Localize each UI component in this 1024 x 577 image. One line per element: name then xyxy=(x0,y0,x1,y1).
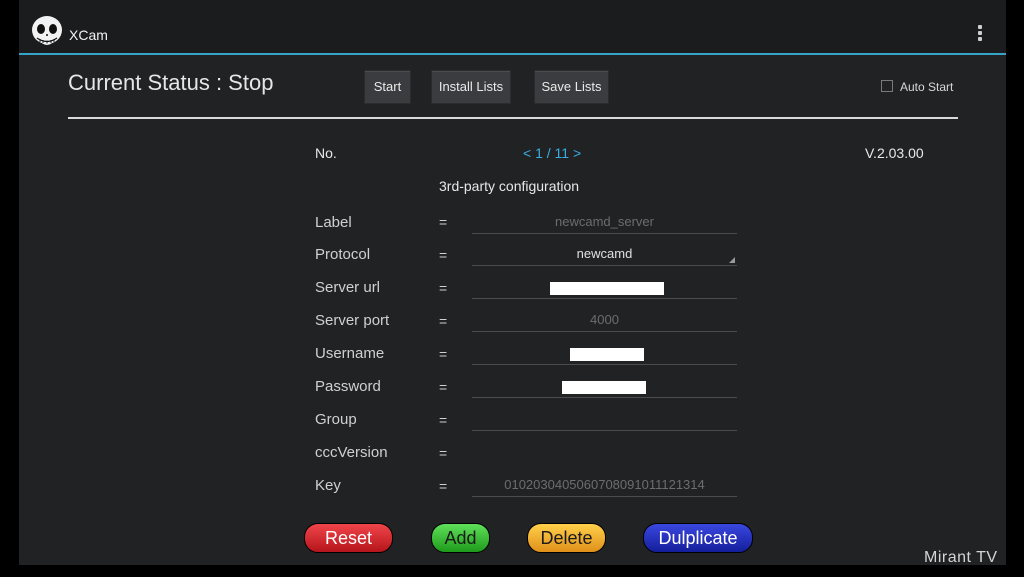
overflow-menu-icon[interactable] xyxy=(975,25,985,45)
equals-sign: = xyxy=(439,247,448,263)
protocol-label: Protocol xyxy=(315,246,371,263)
equals-sign: = xyxy=(439,214,448,230)
group-label: Group xyxy=(315,411,357,428)
auto-start-label: Auto Start xyxy=(900,80,954,94)
save-lists-button[interactable]: Save Lists xyxy=(534,70,609,104)
key-input[interactable]: 0102030405060708091011121314 xyxy=(472,474,737,497)
label-input[interactable]: newcamd_server xyxy=(472,211,737,234)
equals-sign: = xyxy=(439,346,448,362)
protocol-select[interactable]: newcamd xyxy=(472,243,737,266)
group-input[interactable] xyxy=(472,408,737,431)
status-title: Current Status : Stop xyxy=(68,70,274,95)
username-label: Username xyxy=(315,345,385,362)
equals-sign: = xyxy=(439,379,448,395)
header-divider xyxy=(68,117,958,119)
password-input[interactable] xyxy=(472,375,737,398)
equals-sign: = xyxy=(439,280,448,296)
no-label: No. xyxy=(315,145,337,161)
start-button[interactable]: Start xyxy=(364,70,411,104)
redacted-value xyxy=(550,282,664,295)
app-title: XCam xyxy=(69,27,108,43)
pager[interactable]: < 1 / 11 > xyxy=(523,145,581,161)
username-input[interactable] xyxy=(472,342,737,365)
equals-sign: = xyxy=(439,445,448,461)
auto-start-checkbox[interactable] xyxy=(881,80,893,92)
equals-sign: = xyxy=(439,313,448,329)
redacted-value xyxy=(562,381,646,394)
action-bar: XCam xyxy=(19,0,1006,55)
dropdown-corner-icon xyxy=(729,257,735,263)
equals-sign: = xyxy=(439,412,448,428)
equals-sign: = xyxy=(439,478,448,494)
auto-start-toggle[interactable]: Auto Start xyxy=(881,80,953,94)
add-button[interactable]: Add xyxy=(431,523,490,553)
label-label: Label xyxy=(315,214,352,231)
server-port-label: Server port xyxy=(315,312,390,329)
server-url-label: Server url xyxy=(315,279,381,296)
key-label: Key xyxy=(315,477,341,494)
watermark: Mirant TV xyxy=(924,549,998,566)
version-label: V.2.03.00 xyxy=(865,145,924,161)
password-label: Password xyxy=(315,378,381,395)
section-title: 3rd-party configuration xyxy=(439,178,580,194)
duplicate-button[interactable]: Dulplicate xyxy=(643,523,753,553)
delete-button[interactable]: Delete xyxy=(527,523,606,553)
server-url-input[interactable] xyxy=(472,276,737,299)
server-port-input[interactable]: 4000 xyxy=(472,309,737,332)
redacted-value xyxy=(570,348,644,361)
reset-button[interactable]: Reset xyxy=(304,523,393,553)
skull-icon xyxy=(32,16,62,45)
protocol-value: newcamd xyxy=(576,246,633,261)
ccc-version-label: cccVersion xyxy=(315,444,388,461)
app-screen: XCam Current Status : Stop Start Install… xyxy=(19,0,1006,565)
install-lists-button[interactable]: Install Lists xyxy=(431,70,511,104)
